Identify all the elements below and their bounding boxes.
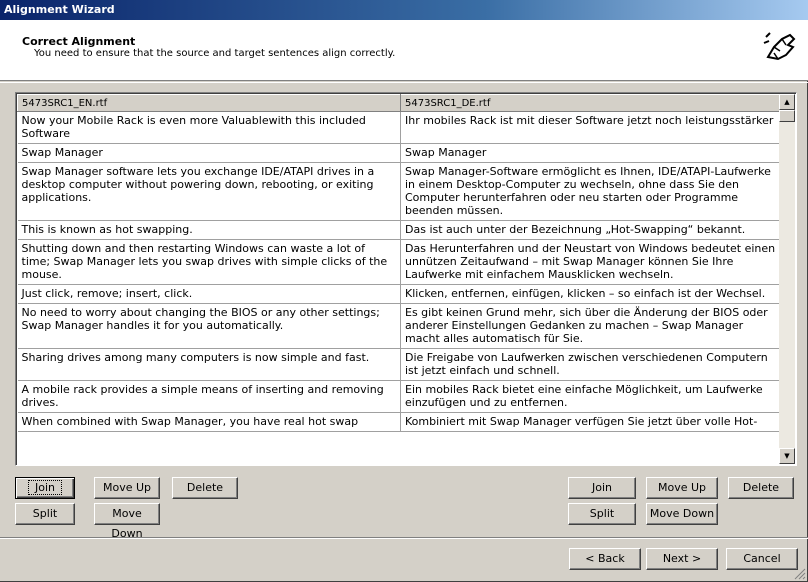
- scroll-down-button[interactable]: ▼: [779, 448, 795, 464]
- scroll-thumb[interactable]: [779, 110, 795, 122]
- alignment-table: 5473SRC1_EN.rtf 5473SRC1_DE.rtf Now your…: [17, 94, 781, 432]
- table-row[interactable]: Just click, remove; insert, click. Klicke…: [17, 284, 781, 304]
- source-segment-cell[interactable]: This is known as hot swapping.: [17, 220, 401, 240]
- target-segment-cell[interactable]: Ein mobiles Rack bietet eine einfache Mö…: [400, 380, 781, 413]
- source-segment-cell[interactable]: No need to worry about changing the BIOS…: [17, 303, 401, 349]
- source-move-down-button[interactable]: Move Down: [94, 503, 160, 540]
- wizard-hand-icon: [761, 28, 799, 66]
- table-row[interactable]: Now your Mobile Rack is even more Valuab…: [17, 111, 781, 144]
- table-row[interactable]: A mobile rack provides a simple means of…: [17, 380, 781, 413]
- source-segment-cell[interactable]: Now your Mobile Rack is even more Valuab…: [17, 111, 401, 144]
- source-join-button[interactable]: Join: [15, 477, 75, 499]
- cancel-button[interactable]: Cancel: [726, 548, 798, 570]
- source-split-button[interactable]: Split: [15, 503, 75, 525]
- vertical-scrollbar[interactable]: ▲ ▼: [779, 94, 795, 464]
- table-row[interactable]: Swap Manager Swap Manager: [17, 143, 781, 163]
- source-segment-cell[interactable]: A mobile rack provides a simple means of…: [17, 380, 401, 413]
- target-segment-cell[interactable]: Das ist auch unter der Bezeichnung „Hot-…: [400, 220, 781, 240]
- source-move-up-button[interactable]: Move Up: [94, 477, 160, 499]
- wizard-header: Correct Alignment You need to ensure tha…: [0, 20, 808, 81]
- source-segment-cell[interactable]: When combined with Swap Manager, you hav…: [17, 412, 401, 432]
- source-segment-cell[interactable]: Just click, remove; insert, click.: [17, 284, 401, 304]
- back-button[interactable]: < Back: [569, 548, 641, 570]
- table-row[interactable]: Swap Manager software lets you exchange …: [17, 162, 781, 221]
- table-row[interactable]: This is known as hot swapping. Das ist au…: [17, 220, 781, 240]
- scroll-up-button[interactable]: ▲: [779, 94, 795, 110]
- alignment-wizard-window: Alignment Wizard Correct Alignment You n…: [0, 0, 808, 582]
- source-column-header[interactable]: 5473SRC1_EN.rtf: [17, 94, 401, 112]
- target-join-button[interactable]: Join: [568, 477, 636, 499]
- target-segment-cell[interactable]: Das Herunterfahren und der Neustart von …: [400, 239, 781, 285]
- table-row[interactable]: Shutting down and then restarting Window…: [17, 239, 781, 285]
- target-move-up-button[interactable]: Move Up: [646, 477, 718, 499]
- table-row[interactable]: No need to worry about changing the BIOS…: [17, 303, 781, 349]
- title-bar: Alignment Wizard: [0, 0, 808, 20]
- source-segment-cell[interactable]: Shutting down and then restarting Window…: [17, 239, 401, 285]
- target-segment-cell[interactable]: Kombiniert mit Swap Manager verfügen Sie…: [400, 412, 781, 432]
- target-segment-cell[interactable]: Es gibt keinen Grund mehr, sich über die…: [400, 303, 781, 349]
- target-segment-cell[interactable]: Swap Manager: [400, 143, 781, 163]
- target-segment-cell[interactable]: Klicken, entfernen, einfügen, klicken – …: [400, 284, 781, 304]
- target-split-button[interactable]: Split: [568, 503, 636, 525]
- target-segment-cell[interactable]: Die Freigabe von Laufwerken zwischen ver…: [400, 348, 781, 381]
- target-delete-button[interactable]: Delete: [728, 477, 794, 499]
- alignment-grid[interactable]: 5473SRC1_EN.rtf 5473SRC1_DE.rtf Now your…: [15, 92, 797, 466]
- target-segment-cell[interactable]: Swap Manager-Software ermöglicht es Ihne…: [400, 162, 781, 221]
- page-title: Correct Alignment: [22, 35, 136, 48]
- source-segment-cell[interactable]: Swap Manager: [17, 143, 401, 163]
- header-divider: [0, 82, 808, 83]
- target-segment-cell[interactable]: Ihr mobiles Rack ist mit dieser Software…: [400, 111, 781, 144]
- target-column-header[interactable]: 5473SRC1_DE.rtf: [400, 94, 781, 112]
- source-segment-cell[interactable]: Swap Manager software lets you exchange …: [17, 162, 401, 221]
- source-segment-cell[interactable]: Sharing drives among many computers is n…: [17, 348, 401, 381]
- resize-grip-icon[interactable]: [794, 568, 806, 580]
- page-subtitle: You need to ensure that the source and t…: [34, 48, 396, 59]
- source-delete-button[interactable]: Delete: [172, 477, 238, 499]
- next-button[interactable]: Next >: [646, 548, 718, 570]
- target-move-down-button[interactable]: Move Down: [646, 503, 718, 525]
- footer-divider: [0, 537, 808, 539]
- table-row[interactable]: Sharing drives among many computers is n…: [17, 348, 781, 381]
- table-row[interactable]: When combined with Swap Manager, you hav…: [17, 412, 781, 432]
